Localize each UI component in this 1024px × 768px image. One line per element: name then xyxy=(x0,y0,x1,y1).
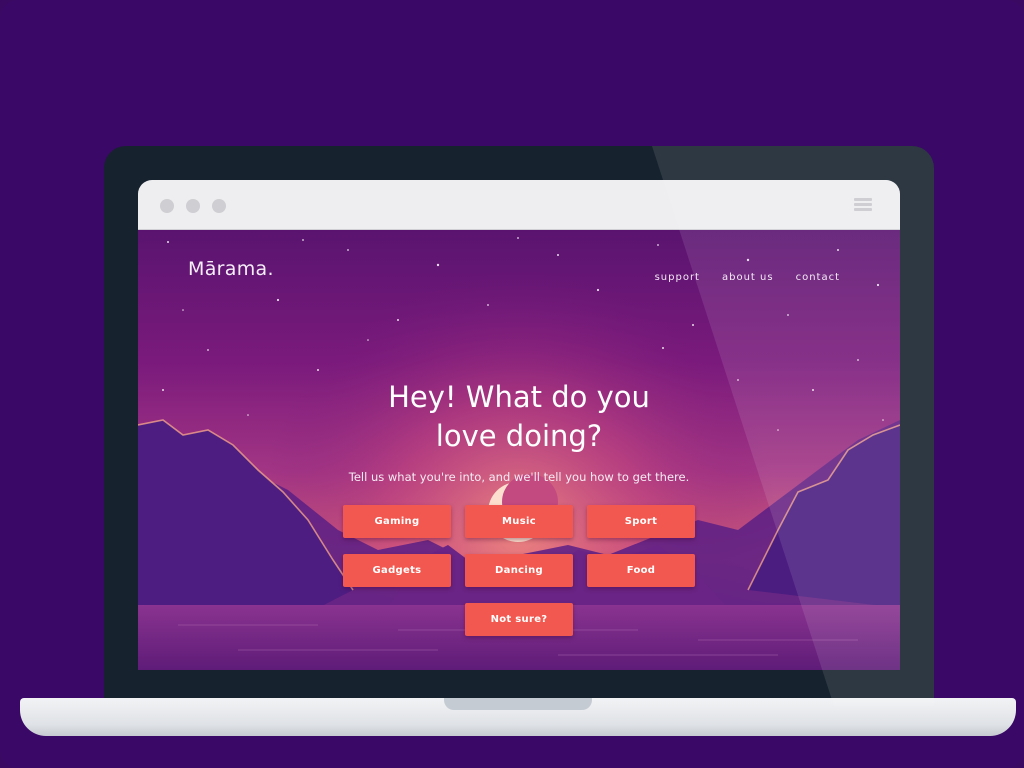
nav-link-contact[interactable]: contact xyxy=(796,272,840,283)
window-control-dot[interactable] xyxy=(186,199,200,213)
laptop-screen-bezel: Mārama. support about us contact Hey! Wh… xyxy=(104,146,934,706)
window-control-dot[interactable] xyxy=(212,199,226,213)
hamburger-icon[interactable] xyxy=(854,198,872,212)
nav-link-support[interactable]: support xyxy=(655,272,700,283)
laptop-opening-notch xyxy=(444,698,592,710)
not-sure-button[interactable]: Not sure? xyxy=(465,603,573,636)
brand-logo[interactable]: Mārama. xyxy=(188,258,274,280)
gaming-button[interactable]: Gaming xyxy=(343,505,451,538)
landing-page: Mārama. support about us contact Hey! Wh… xyxy=(138,230,900,670)
hero-heading: Hey! What do you love doing? xyxy=(138,378,900,456)
hero-heading-line: love doing? xyxy=(435,419,603,453)
food-button[interactable]: Food xyxy=(587,554,695,587)
music-button[interactable]: Music xyxy=(465,505,573,538)
window-control-dot[interactable] xyxy=(160,199,174,213)
browser-toolbar xyxy=(138,180,900,230)
browser-window: Mārama. support about us contact Hey! Wh… xyxy=(138,180,900,670)
nav-link-about-us[interactable]: about us xyxy=(722,272,774,283)
hero-heading-line: Hey! What do you xyxy=(388,380,650,414)
laptop-base xyxy=(20,698,1016,736)
sport-button[interactable]: Sport xyxy=(587,505,695,538)
gadgets-button[interactable]: Gadgets xyxy=(343,554,451,587)
hero-subtitle: Tell us what you're into, and we'll tell… xyxy=(348,470,690,484)
dancing-button[interactable]: Dancing xyxy=(465,554,573,587)
top-navigation: support about us contact xyxy=(655,272,840,283)
